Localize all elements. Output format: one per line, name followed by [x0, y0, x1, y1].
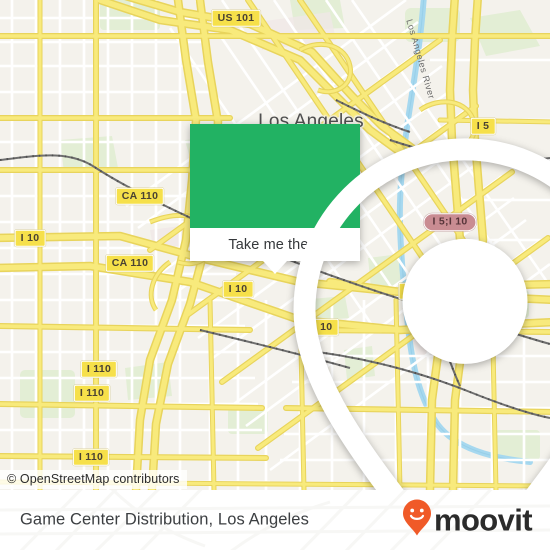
moovit-smiley-pin-icon — [402, 499, 432, 542]
road-shield: CA 110 — [115, 187, 165, 205]
moovit-place-screenshot: Los Angeles Los Angeles River US 101 I 5C… — [0, 0, 550, 550]
road-shield: I 10 — [14, 229, 46, 247]
road-shield: I 110 — [80, 360, 118, 378]
place-title: Game Center Distribution, Los Angeles — [20, 510, 309, 529]
road-shield: I 110 — [72, 448, 110, 466]
moovit-wordmark: moovit — [433, 502, 533, 538]
map-canvas[interactable]: Los Angeles Los Angeles River US 101 I 5C… — [0, 0, 550, 490]
moovit-logo[interactable]: moovit — [402, 499, 533, 542]
callout-pin-area — [190, 124, 550, 490]
road-shield: CA 110 — [105, 254, 155, 272]
road-shield: US 101 — [211, 9, 261, 27]
callout-pointer — [263, 261, 287, 274]
footer-bar: Game Center Distribution, Los Angeles mo… — [0, 490, 550, 550]
osm-attribution[interactable]: © OpenStreetMap contributors — [0, 470, 187, 489]
road-shield: I 110 — [73, 384, 111, 402]
place-callout-card[interactable]: Take me there — [190, 124, 550, 490]
